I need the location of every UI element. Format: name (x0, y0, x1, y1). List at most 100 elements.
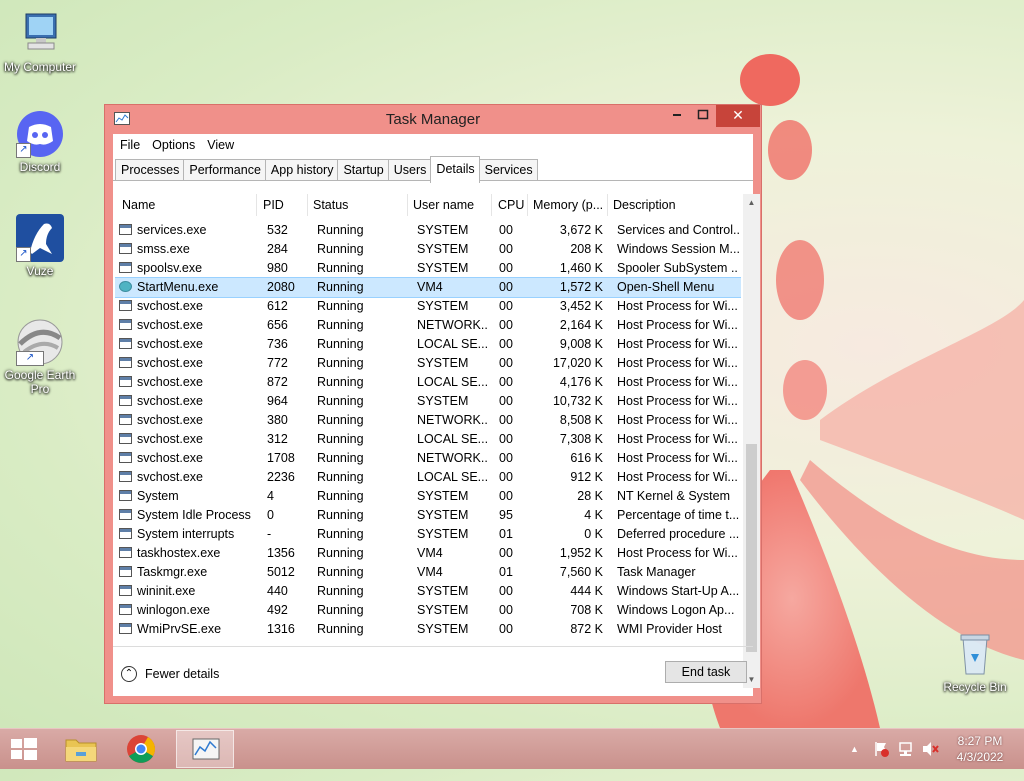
table-row[interactable]: svchost.exe 1708 Running NETWORK... 00 616 K H… (115, 449, 741, 468)
process-description: Host Process for Wi... (617, 356, 738, 370)
process-status: Running (317, 565, 364, 579)
taskbar-clock[interactable]: 8:27 PM 4/3/2022 (944, 733, 1016, 765)
tab-startup[interactable]: Startup (337, 159, 389, 181)
column-header-pid[interactable]: PID (263, 198, 284, 212)
maximize-button[interactable] (690, 105, 716, 127)
desktop-icon-discord[interactable]: ↗ Discord (0, 110, 80, 174)
taskbar-task-manager[interactable] (176, 730, 234, 768)
column-header-status[interactable]: Status (313, 198, 348, 212)
process-cpu: 00 (499, 242, 513, 256)
network-icon[interactable] (897, 740, 915, 780)
table-row[interactable]: svchost.exe 656 Running NETWORK... 00 2,164 K… (115, 316, 741, 335)
tab-processes[interactable]: Processes (115, 159, 185, 181)
taskbar-chrome[interactable] (112, 730, 170, 768)
sort-ascending-icon: ^ (181, 194, 185, 198)
window-title: Task Manager (385, 111, 481, 128)
table-header: Name ^ PID Status User name CPU Memory (… (115, 194, 741, 216)
process-user-name: VM4 (417, 546, 443, 560)
menu-options[interactable]: Options (146, 138, 201, 152)
volume-muted-icon[interactable] (921, 740, 939, 780)
process-memory: 1,952 K (559, 546, 603, 560)
desktop-icon-recycle-bin[interactable]: Recycle Bin (935, 630, 1015, 694)
process-status: Running (317, 622, 364, 636)
table-row[interactable]: services.exe 532 Running SYSTEM 00 3,672 K Ser… (115, 221, 741, 240)
table-row[interactable]: svchost.exe 380 Running NETWORK... 00 8,508 K… (115, 411, 741, 430)
table-row[interactable]: svchost.exe 772 Running SYSTEM 00 17,020 K Hos… (115, 354, 741, 373)
fewer-details-button[interactable]: ⌃ Fewer details (121, 664, 219, 684)
vertical-scrollbar[interactable]: ▲ ▼ (743, 194, 760, 688)
process-memory: 708 K (570, 603, 603, 617)
process-cpu: 00 (499, 622, 513, 636)
column-header-name[interactable]: Name (122, 198, 155, 212)
process-pid: 872 (267, 375, 288, 389)
table-row[interactable]: spoolsv.exe 980 Running SYSTEM 00 1,460 K Spoo… (115, 259, 741, 278)
column-header-cpu[interactable]: CPU (498, 198, 524, 212)
process-pid: 0 (267, 508, 274, 522)
process-rows: services.exe 532 Running SYSTEM 00 3,672 K Ser… (115, 221, 741, 639)
table-row[interactable]: WmiPrvSE.exe 1316 Running SYSTEM 00 872 K WMI … (115, 620, 741, 639)
chrome-icon (127, 735, 155, 763)
process-memory: 0 K (584, 527, 603, 541)
table-row[interactable]: wininit.exe 440 Running SYSTEM 00 444 K Window… (115, 582, 741, 601)
table-row[interactable]: svchost.exe 312 Running LOCAL SE... 00 7,308 … (115, 430, 741, 449)
tab-details[interactable]: Details (430, 156, 480, 183)
process-cpu: 00 (499, 375, 513, 389)
process-cpu: 00 (499, 299, 513, 313)
table-row[interactable]: smss.exe 284 Running SYSTEM 00 208 K Windows S… (115, 240, 741, 259)
action-center-flag-icon[interactable] (872, 740, 890, 780)
tab-performance[interactable]: Performance (183, 159, 266, 181)
table-row[interactable]: winlogon.exe 492 Running SYSTEM 00 708 K Windo… (115, 601, 741, 620)
desktop-icon-vuze[interactable]: ↗ Vuze (0, 214, 80, 278)
taskbar-file-explorer[interactable] (52, 730, 110, 768)
table-row[interactable]: svchost.exe 612 Running SYSTEM 00 3,452 K Host… (115, 297, 741, 316)
process-description: Spooler SubSystem ... (617, 261, 739, 275)
column-header-user-name[interactable]: User name (413, 198, 474, 212)
column-header-memory[interactable]: Memory (p... (533, 198, 603, 212)
process-cpu: 00 (499, 603, 513, 617)
process-icon (119, 338, 132, 349)
column-header-description[interactable]: Description (613, 198, 676, 212)
menu-file[interactable]: File (113, 138, 146, 152)
process-status: Running (317, 470, 364, 484)
process-name: Taskmgr.exe (137, 565, 208, 579)
process-icon (119, 452, 132, 463)
show-hidden-icons-button[interactable]: ▲ (850, 741, 859, 781)
shortcut-arrow-icon: ↗ (16, 351, 44, 366)
process-icon (119, 604, 132, 615)
close-button[interactable]: ✕ (716, 105, 760, 127)
fewer-details-label: Fewer details (145, 667, 220, 681)
process-user-name: SYSTEM (417, 261, 469, 275)
process-icon (119, 376, 132, 387)
table-row[interactable]: System interrupts - Running SYSTEM 01 0 K Defe… (115, 525, 741, 544)
scrollbar-thumb[interactable] (746, 444, 757, 652)
process-name: svchost.exe (137, 394, 204, 408)
end-task-button[interactable]: End task (665, 661, 747, 683)
table-row[interactable]: System 4 Running SYSTEM 00 28 K NT Kernel & Sy… (115, 487, 741, 506)
process-icon (119, 490, 132, 501)
table-row[interactable]: svchost.exe 736 Running LOCAL SE... 00 9,008 … (115, 335, 741, 354)
tab-app-history[interactable]: App history (264, 159, 339, 181)
desktop-icon-my-computer[interactable]: My Computer (0, 10, 80, 74)
table-row[interactable]: System Idle Process 0 Running SYSTEM 95 4 K Pe… (115, 506, 741, 525)
table-row[interactable]: svchost.exe 872 Running LOCAL SE... 00 4,176 … (115, 373, 741, 392)
process-icon (119, 414, 132, 425)
process-cpu: 00 (499, 318, 513, 332)
scroll-up-arrow-icon[interactable]: ▲ (743, 194, 760, 211)
tab-services[interactable]: Services (478, 159, 538, 181)
desktop-icon-google-earth-pro[interactable]: ↗ Google Earth Pro (0, 318, 80, 396)
start-button[interactable] (0, 730, 48, 768)
title-bar[interactable]: Task Manager ✕ (105, 105, 761, 133)
process-pid: 1708 (267, 451, 295, 465)
table-row[interactable]: taskhostex.exe 1356 Running VM4 00 1,952 K Hos… (115, 544, 741, 563)
table-row[interactable]: svchost.exe 964 Running SYSTEM 00 10,732 K Hos… (115, 392, 741, 411)
table-row[interactable]: svchost.exe 2236 Running LOCAL SE... 00 912 K… (115, 468, 741, 487)
process-user-name: LOCAL SE... (417, 470, 487, 484)
shortcut-arrow-icon: ↗ (16, 143, 31, 158)
process-name: smss.exe (137, 242, 190, 256)
table-row[interactable]: Taskmgr.exe 5012 Running VM4 01 7,560 K Task M… (115, 563, 741, 582)
minimize-button[interactable] (664, 105, 690, 127)
desktop-icon-label: Vuze (26, 264, 54, 278)
table-row[interactable]: StartMenu.exe 2080 Running VM4 00 1,572 K Open… (115, 277, 741, 298)
menu-view[interactable]: View (201, 138, 240, 152)
tab-users[interactable]: Users (387, 159, 432, 181)
